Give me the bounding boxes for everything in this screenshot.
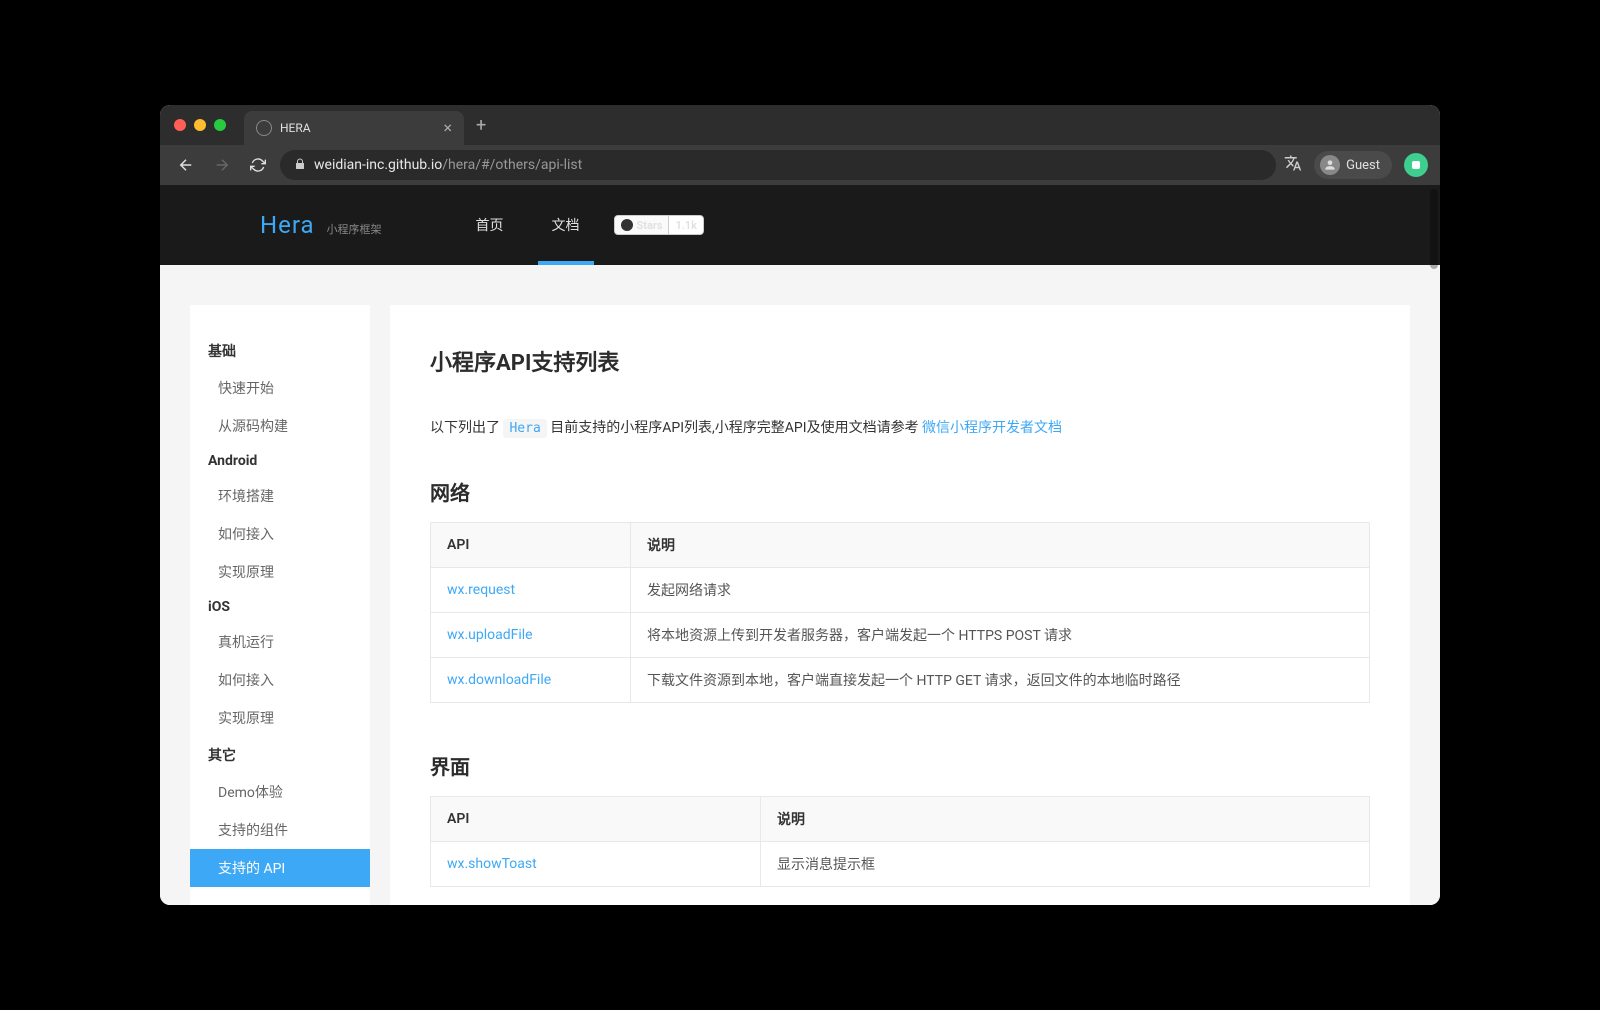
main-content: 小程序API支持列表 以下列出了 Hera 目前支持的小程序API列表,小程序完… (390, 305, 1410, 905)
avatar-icon (1320, 155, 1340, 175)
github-stars-count: 1.1k (669, 216, 703, 234)
maximize-window-button[interactable] (214, 119, 226, 131)
profile-button[interactable]: Guest (1314, 151, 1392, 179)
sidebar-section-ios: iOS (190, 591, 370, 623)
github-icon (621, 219, 633, 231)
github-stars-label: Stars (637, 219, 663, 232)
intro-code: Hera (503, 419, 546, 438)
nav-bar: weidian-inc.github.io/hera/#/others/api-… (160, 145, 1440, 185)
sidebar-item-ios-principle[interactable]: 实现原理 (190, 699, 370, 737)
nav-docs[interactable]: 文档 (528, 185, 604, 265)
table-row: wx.showToast 显示消息提示框 (431, 842, 1370, 887)
api-desc: 发起网络请求 (631, 568, 1370, 613)
api-link-request[interactable]: wx.request (447, 582, 515, 598)
sidebar-item-components[interactable]: 支持的组件 (190, 811, 370, 849)
sidebar-item-android-integrate[interactable]: 如何接入 (190, 515, 370, 553)
api-desc: 显示消息提示框 (761, 842, 1370, 887)
sidebar-item-build-source[interactable]: 从源码构建 (190, 407, 370, 445)
window-controls (174, 119, 226, 131)
sidebar-item-android-env[interactable]: 环境搭建 (190, 477, 370, 515)
table-row: wx.request 发起网络请求 (431, 568, 1370, 613)
interface-api-table: API 说明 wx.showToast 显示消息提示框 (430, 796, 1370, 887)
api-desc: 下载文件资源到本地，客户端直接发起一个 HTTP GET 请求，返回文件的本地临… (631, 658, 1370, 703)
header-nav: 首页 文档 Stars 1.1k (452, 185, 704, 265)
api-link-downloadfile[interactable]: wx.downloadFile (447, 672, 551, 688)
forward-button[interactable] (208, 151, 236, 179)
network-api-table: API 说明 wx.request 发起网络请求 wx.uploadFile (430, 522, 1370, 703)
wechat-docs-link[interactable]: 微信小程序开发者文档 (922, 420, 1062, 436)
browser-window: HERA × + weidian-inc.github.io/hera/#/ot… (160, 105, 1440, 905)
new-tab-button[interactable]: + (464, 115, 498, 136)
sidebar-item-android-principle[interactable]: 实现原理 (190, 553, 370, 591)
close-window-button[interactable] (174, 119, 186, 131)
back-button[interactable] (172, 151, 200, 179)
api-link-showtoast[interactable]: wx.showToast (447, 856, 537, 872)
intro-paragraph: 以下列出了 Hera 目前支持的小程序API列表,小程序完整API及使用文档请参… (430, 417, 1370, 437)
nav-home[interactable]: 首页 (452, 185, 528, 265)
extension-icon[interactable] (1404, 153, 1428, 177)
api-link-uploadfile[interactable]: wx.uploadFile (447, 627, 533, 643)
table-header-desc: 说明 (631, 523, 1370, 568)
logo[interactable]: Hera 小程序框架 (260, 211, 382, 239)
reload-button[interactable] (244, 151, 272, 179)
url-text: weidian-inc.github.io/hera/#/others/api-… (314, 157, 582, 173)
sidebar-section-others: 其它 (190, 737, 370, 773)
page-content: Hera 小程序框架 首页 文档 Stars 1.1k (160, 185, 1440, 905)
site-header: Hera 小程序框架 首页 文档 Stars 1.1k (160, 185, 1440, 265)
address-bar[interactable]: weidian-inc.github.io/hera/#/others/api-… (280, 150, 1276, 180)
globe-icon (256, 120, 272, 136)
page-title: 小程序API支持列表 (430, 345, 1370, 377)
table-row: wx.uploadFile 将本地资源上传到开发者服务器，客户端发起一个 HTT… (431, 613, 1370, 658)
sidebar-item-quickstart[interactable]: 快速开始 (190, 369, 370, 407)
profile-label: Guest (1346, 158, 1380, 173)
browser-tab[interactable]: HERA × (244, 111, 464, 145)
table-row: wx.downloadFile 下载文件资源到本地，客户端直接发起一个 HTTP… (431, 658, 1370, 703)
browser-chrome: HERA × + weidian-inc.github.io/hera/#/ot… (160, 105, 1440, 185)
scrollbar[interactable] (1430, 189, 1438, 269)
sidebar-section-basics: 基础 (190, 333, 370, 369)
sidebar-item-demo[interactable]: Demo体验 (190, 773, 370, 811)
tab-title: HERA (280, 121, 435, 135)
sidebar-item-ios-device[interactable]: 真机运行 (190, 623, 370, 661)
sidebar-item-api[interactable]: 支持的 API (190, 849, 370, 887)
translate-icon[interactable] (1284, 154, 1302, 176)
close-tab-icon[interactable]: × (443, 120, 452, 136)
api-desc: 将本地资源上传到开发者服务器，客户端发起一个 HTTPS POST 请求 (631, 613, 1370, 658)
github-stars-badge[interactable]: Stars 1.1k (604, 185, 704, 265)
table-header-api: API (431, 797, 761, 842)
sidebar-item-ios-integrate[interactable]: 如何接入 (190, 661, 370, 699)
table-header-desc: 说明 (761, 797, 1370, 842)
lock-icon (294, 158, 306, 173)
sidebar: 基础 快速开始 从源码构建 Android 环境搭建 如何接入 实现原理 iOS… (190, 305, 370, 905)
page-body: 基础 快速开始 从源码构建 Android 环境搭建 如何接入 实现原理 iOS… (160, 265, 1440, 905)
table-header-api: API (431, 523, 631, 568)
section-interface-heading: 界面 (430, 751, 1370, 780)
section-network-heading: 网络 (430, 477, 1370, 506)
tab-bar: HERA × + (160, 105, 1440, 145)
minimize-window-button[interactable] (194, 119, 206, 131)
sidebar-section-android: Android (190, 445, 370, 477)
